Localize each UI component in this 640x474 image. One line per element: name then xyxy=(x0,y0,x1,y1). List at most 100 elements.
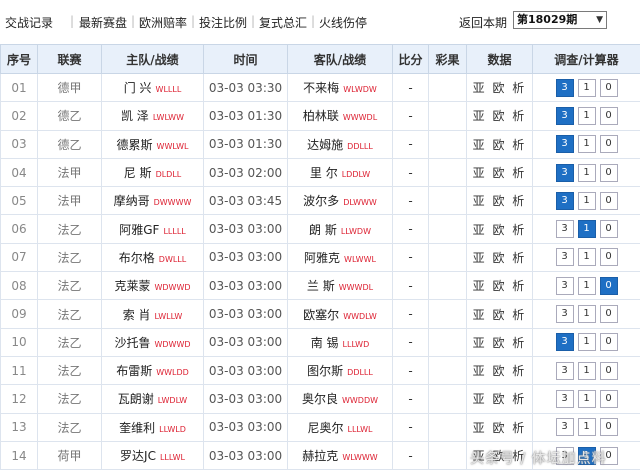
home-team[interactable]: 瓦朗谢 xyxy=(118,392,154,406)
nav-euro-odds[interactable]: 欧洲赔率 xyxy=(139,14,187,31)
survey-button-home[interactable]: 3 xyxy=(555,305,574,324)
survey-button-draw[interactable]: 1 xyxy=(577,333,596,352)
survey-cell: 310 xyxy=(532,242,640,273)
survey-button-away[interactable]: 0 xyxy=(599,135,618,154)
survey-button-away[interactable]: 0 xyxy=(599,276,618,295)
home-team[interactable]: 索 肖 xyxy=(123,308,151,322)
nav-injury-news[interactable]: 火线伤停 xyxy=(319,14,367,31)
away-team[interactable]: 赫拉克 xyxy=(302,449,338,463)
header-survey: 调查/计算器 xyxy=(532,44,640,74)
data-links[interactable]: 亚 欧 析 xyxy=(466,271,533,301)
home-team[interactable]: 阿雅GF xyxy=(119,223,159,237)
match-time: 03-03 03:30 xyxy=(203,72,288,103)
away-team[interactable]: 南 锡 xyxy=(311,336,339,350)
away-team[interactable]: 图尔斯 xyxy=(307,364,343,378)
survey-button-draw[interactable]: 1 xyxy=(577,276,596,295)
home-cell: 布雷斯 WWLDD xyxy=(101,355,204,386)
home-team[interactable]: 克莱蒙 xyxy=(114,279,150,293)
survey-button-home[interactable]: 3 xyxy=(555,361,574,380)
survey-button-draw[interactable]: 1 xyxy=(577,135,596,154)
survey-button-draw[interactable]: 1 xyxy=(577,163,596,182)
home-team[interactable]: 布尔格 xyxy=(119,251,155,265)
home-team[interactable]: 布雷斯 xyxy=(116,364,152,378)
data-links[interactable]: 亚 欧 析 xyxy=(466,214,533,244)
data-links[interactable]: 亚 欧 析 xyxy=(466,101,533,131)
survey-button-home[interactable]: 3 xyxy=(555,191,574,210)
away-team[interactable]: 柏林联 xyxy=(303,109,339,123)
nav-compound-summary[interactable]: 复式总汇 xyxy=(259,14,307,31)
data-links[interactable]: 亚 欧 析 xyxy=(466,412,533,442)
home-team[interactable]: 凯 泽 xyxy=(121,109,149,123)
survey-button-away[interactable]: 0 xyxy=(599,163,618,182)
data-links[interactable]: 亚 欧 析 xyxy=(466,157,533,188)
home-team[interactable]: 德累斯 xyxy=(117,138,153,152)
away-team[interactable]: 里 尔 xyxy=(310,166,338,180)
survey-button-away[interactable]: 0 xyxy=(599,78,618,97)
survey-cell: 310 xyxy=(532,271,640,301)
survey-button-home[interactable]: 3 xyxy=(555,333,574,352)
data-links[interactable]: 亚 欧 析 xyxy=(466,384,533,414)
home-team[interactable]: 沙托鲁 xyxy=(114,336,150,350)
survey-button-away[interactable]: 0 xyxy=(599,418,618,437)
nav-bet-ratio[interactable]: 投注比例 xyxy=(199,14,247,31)
survey-button-draw[interactable]: 1 xyxy=(577,305,596,324)
survey-button-draw[interactable]: 1 xyxy=(577,220,596,239)
survey-button-away[interactable]: 0 xyxy=(599,106,618,125)
home-team[interactable]: 摩纳哥 xyxy=(114,194,150,208)
away-team[interactable]: 达姆施 xyxy=(307,138,343,152)
survey-button-away[interactable]: 0 xyxy=(599,305,618,324)
survey-button-home[interactable]: 3 xyxy=(555,220,574,239)
survey-button-home[interactable]: 3 xyxy=(555,276,574,295)
nav-match-history[interactable]: 交战记录 xyxy=(5,14,53,31)
away-team[interactable]: 尼奥尔 xyxy=(307,421,343,435)
away-team[interactable]: 波尔多 xyxy=(303,194,339,208)
data-links[interactable]: 亚 欧 析 xyxy=(466,355,533,386)
nav-latest-odds[interactable]: 最新赛盘 xyxy=(79,14,127,31)
survey-button-home[interactable]: 3 xyxy=(555,135,574,154)
away-team[interactable]: 朗 斯 xyxy=(309,223,337,237)
data-links[interactable]: 亚 欧 析 xyxy=(466,72,533,103)
home-form: LWLWW xyxy=(152,113,184,123)
match-time: 03-03 02:00 xyxy=(203,157,288,188)
survey-button-home[interactable]: 3 xyxy=(555,248,574,267)
home-team[interactable]: 罗达JC xyxy=(120,449,156,463)
survey-button-home[interactable]: 3 xyxy=(555,163,574,182)
home-form: DWLLL xyxy=(158,254,187,264)
survey-button-home[interactable]: 3 xyxy=(555,389,574,408)
home-team[interactable]: 奎维利 xyxy=(119,421,155,435)
away-team[interactable]: 奥尔良 xyxy=(302,392,338,406)
data-links[interactable]: 亚 欧 析 xyxy=(466,242,533,273)
data-links[interactable]: 亚 欧 析 xyxy=(466,186,533,216)
data-links[interactable]: 亚 欧 析 xyxy=(466,299,533,329)
survey-button-draw[interactable]: 1 xyxy=(577,361,596,380)
home-form: WDWWD xyxy=(154,339,191,349)
survey-button-away[interactable]: 0 xyxy=(599,248,618,267)
return-current-period-label[interactable]: 返回本期 xyxy=(459,14,507,31)
survey-button-draw[interactable]: 1 xyxy=(577,191,596,210)
away-team[interactable]: 兰 斯 xyxy=(307,279,335,293)
survey-button-away[interactable]: 0 xyxy=(599,220,618,239)
survey-button-draw[interactable]: 1 xyxy=(577,78,596,97)
period-select[interactable]: 第18029期 ▼ xyxy=(513,11,607,29)
header-time: 时间 xyxy=(203,44,288,74)
data-links[interactable]: 亚 欧 析 xyxy=(466,327,533,357)
survey-button-draw[interactable]: 1 xyxy=(577,389,596,408)
data-links[interactable]: 亚 欧 析 xyxy=(466,129,533,159)
survey-button-away[interactable]: 0 xyxy=(599,389,618,408)
away-team[interactable]: 不来梅 xyxy=(303,81,339,95)
survey-button-home[interactable]: 3 xyxy=(555,106,574,125)
away-team[interactable]: 阿雅克 xyxy=(304,251,340,265)
survey-button-draw[interactable]: 1 xyxy=(577,418,596,437)
survey-button-away[interactable]: 0 xyxy=(599,333,618,352)
survey-button-home[interactable]: 3 xyxy=(555,418,574,437)
survey-button-away[interactable]: 0 xyxy=(599,361,618,380)
away-team[interactable]: 欧塞尔 xyxy=(303,308,339,322)
survey-button-draw[interactable]: 1 xyxy=(577,106,596,125)
away-cell: 欧塞尔 WWDLW xyxy=(287,299,393,329)
survey-button-draw[interactable]: 1 xyxy=(577,248,596,267)
survey-button-away[interactable]: 0 xyxy=(599,191,618,210)
away-form: WLWWW xyxy=(342,453,378,462)
home-team[interactable]: 门 兴 xyxy=(124,81,152,95)
home-team[interactable]: 尼 斯 xyxy=(124,166,152,180)
survey-button-home[interactable]: 3 xyxy=(555,78,574,97)
